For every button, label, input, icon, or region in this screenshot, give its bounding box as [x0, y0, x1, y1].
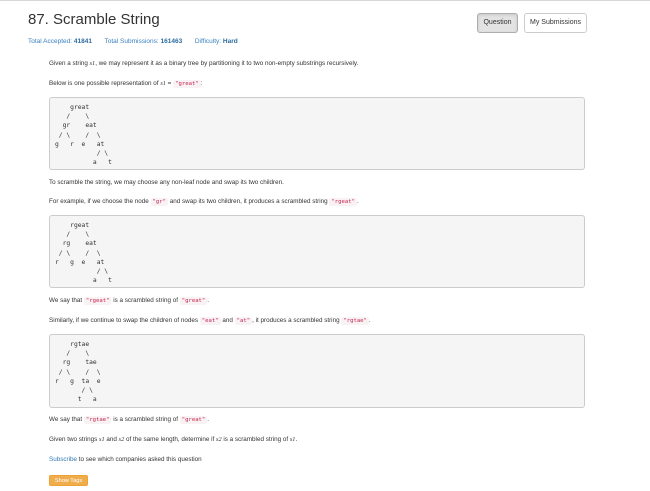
- problem-stats: Total Accepted: 41841 Total Submissions:…: [28, 38, 238, 45]
- show-tags-button[interactable]: Show Tags: [49, 475, 88, 486]
- submissions-label: Total Submissions:: [104, 38, 159, 45]
- question-tab-button[interactable]: Question: [477, 13, 518, 33]
- my-submissions-button[interactable]: My Submissions: [524, 13, 587, 33]
- difficulty-label: Difficulty:: [194, 38, 222, 45]
- page-title: 87. Scramble String: [28, 11, 160, 28]
- paragraph-rgtae-scrambled: We say that "rgtae" is a scrambled strin…: [49, 416, 210, 424]
- paragraph-representation: Below is one possible representation of …: [49, 80, 203, 88]
- paragraph-example: For example, if we choose the node "gr" …: [49, 198, 359, 206]
- paragraph-task: Given two strings s1 and s2 of the same …: [49, 436, 298, 443]
- paragraph-subscribe: Subscribe to see which companies asked t…: [49, 456, 202, 463]
- tree-diagram-rgtae: rgtae / \ rg tae / \ / \ r g ta e / \ t …: [49, 334, 585, 408]
- page: 87. Scramble String Question My Submissi…: [0, 0, 650, 491]
- tree-diagram-great: great / \ gr eat / \ / \ g r e at / \ a …: [49, 97, 585, 170]
- paragraph-similarly: Similarly, if we continue to swap the ch…: [49, 317, 371, 325]
- subscribe-link[interactable]: Subscribe: [49, 456, 77, 463]
- accepted-value: 41841: [73, 38, 92, 45]
- tree-diagram-rgeat: rgeat / \ rg eat / \ / \ r g e at / \ a …: [49, 215, 585, 288]
- submissions-value: 161463: [160, 38, 183, 45]
- paragraph-rgeat-scrambled: We say that "rgeat" is a scrambled strin…: [49, 297, 210, 305]
- paragraph-intro: Given a string s1, we may represent it a…: [49, 60, 359, 67]
- difficulty-value: Hard: [222, 38, 238, 45]
- paragraph-scramble-rule: To scramble the string, we may choose an…: [49, 179, 284, 186]
- accepted-label: Total Accepted:: [28, 38, 73, 45]
